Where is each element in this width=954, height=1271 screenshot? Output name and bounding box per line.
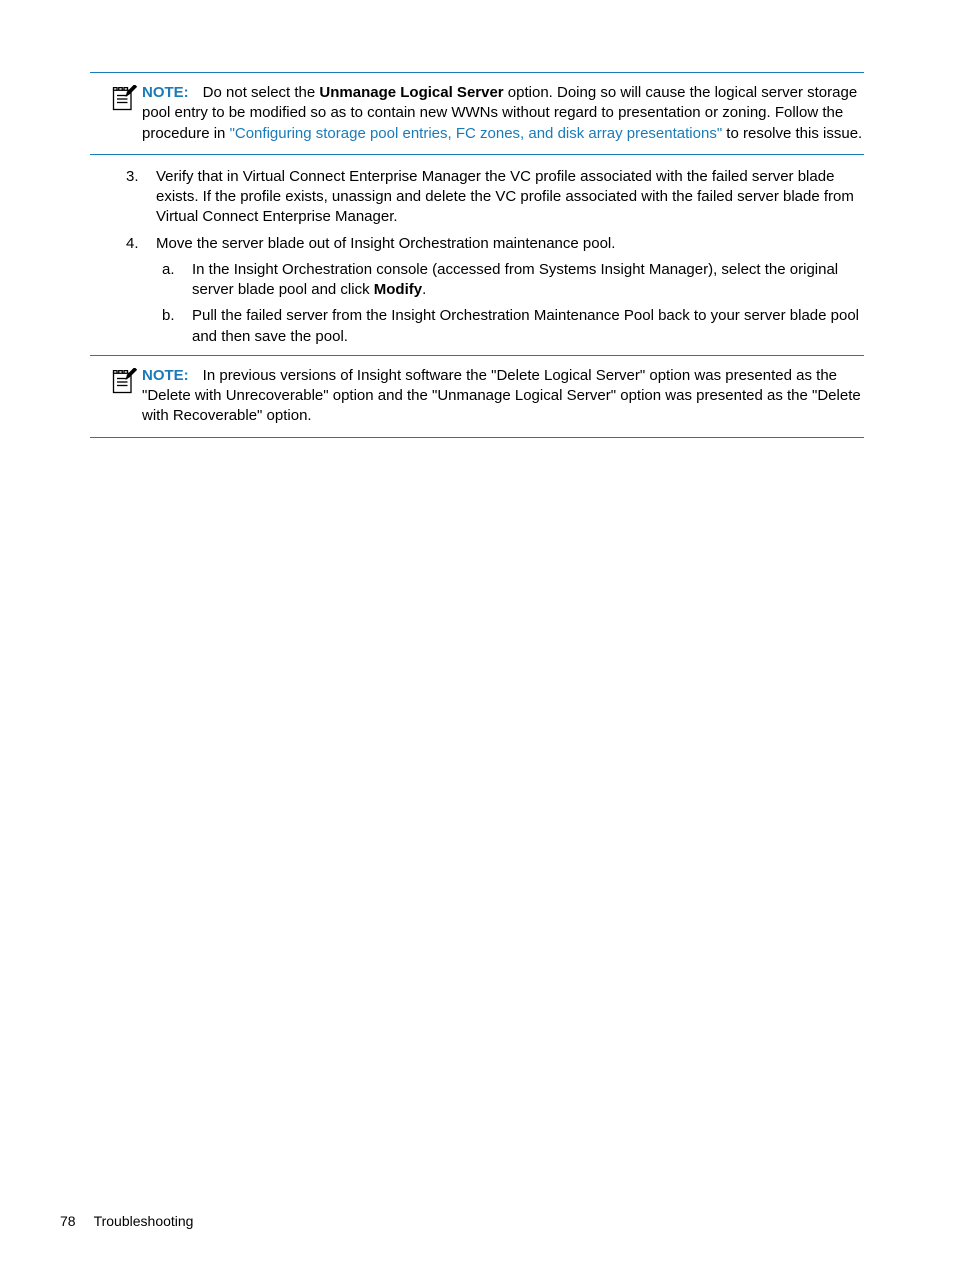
note-label: NOTE: [142,84,189,101]
list-item-3: 3. Verify that in Virtual Connect Enterp… [156,167,864,228]
sub-list: a. In the Insight Orchestration console … [156,260,864,347]
note-2-text: NOTE:In previous versions of Insight sof… [142,366,864,427]
config-link[interactable]: "Configuring storage pool entries, FC zo… [230,125,723,142]
note-block-1: NOTE:Do not select the Unmanage Logical … [90,72,864,155]
list-item-4: 4. Move the server blade out of Insight … [156,234,864,347]
sub-item-a: a. In the Insight Orchestration console … [192,260,864,301]
note-icon [90,83,142,119]
note-1-text: NOTE:Do not select the Unmanage Logical … [142,83,864,144]
sub-item-b: b. Pull the failed server from the Insig… [192,306,864,347]
page-footer: 78 Troubleshooting [60,1212,193,1231]
section-title: Troubleshooting [94,1213,194,1229]
page-number: 78 [60,1213,76,1229]
note-icon [90,366,142,402]
note-block-2: NOTE:In previous versions of Insight sof… [90,355,864,438]
main-ordered-list: 3. Verify that in Virtual Connect Enterp… [90,167,864,347]
note-label: NOTE: [142,367,189,384]
